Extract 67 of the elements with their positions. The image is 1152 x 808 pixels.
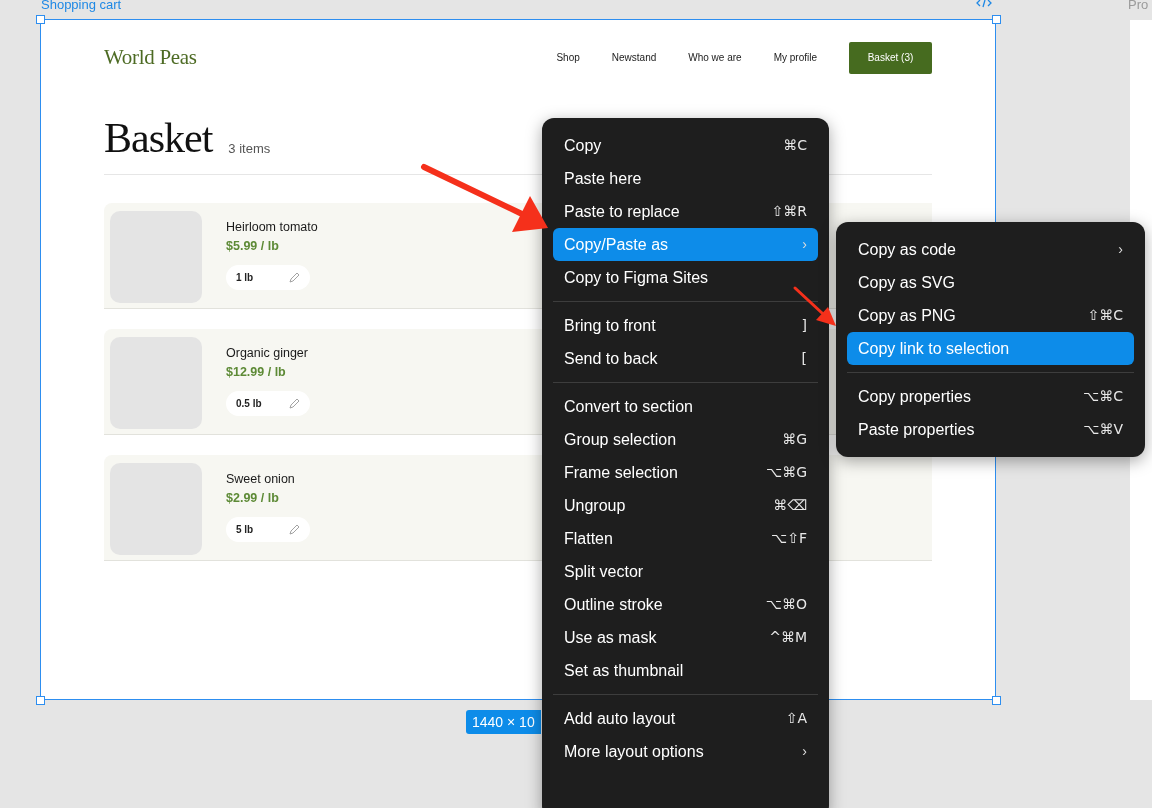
chevron-icon: › [1118, 239, 1123, 260]
resize-handle[interactable] [992, 696, 1001, 705]
menu-item[interactable]: Copy/Paste as › [553, 228, 818, 261]
menu-item[interactable]: Copy ⌘C [553, 129, 818, 162]
nav-link[interactable]: Shop [556, 50, 580, 65]
item-count: 3 items [228, 139, 271, 158]
shortcut-label: ⇧A [785, 709, 807, 728]
menu-item[interactable]: Paste to replace ⇧⌘R [553, 195, 818, 228]
shortcut-label: ⌘⌫ [773, 496, 807, 515]
shortcut-label: [ [801, 349, 807, 368]
product-name: Organic ginger [226, 346, 309, 361]
resize-handle[interactable] [36, 15, 45, 24]
shortcut-label: ⌥⇧F [771, 529, 807, 548]
basket-button[interactable]: Basket (3) [849, 41, 932, 74]
shortcut-label: ] [801, 316, 807, 335]
product-price: $5.99 / lb [226, 238, 280, 255]
menu-item[interactable]: Copy as code › [847, 233, 1134, 266]
shortcut-label: ⌥⌘C [1083, 387, 1123, 406]
menu-item[interactable]: Copy as SVG [847, 266, 1134, 299]
menu-item[interactable]: Paste properties ⌥⌘V [847, 413, 1134, 446]
menu-item[interactable]: Use as mask ^⌘M [553, 621, 818, 654]
menu-item[interactable]: Copy link to selection [847, 332, 1134, 365]
nav-link[interactable]: My profile [773, 50, 817, 65]
product-name: Sweet onion [226, 472, 296, 487]
product-price: $2.99 / lb [226, 490, 280, 507]
shortcut-label: ⇧⌘R [771, 202, 807, 221]
menu-item[interactable]: Group selection ⌘G [553, 423, 818, 456]
menu-item[interactable]: Copy properties ⌥⌘C [847, 380, 1134, 413]
quantity-field[interactable]: 1 lb [226, 265, 310, 290]
shortcut-label: ⌥⌘V [1083, 420, 1123, 439]
menu-item[interactable]: Add auto layout ⇧A [553, 702, 818, 735]
logo[interactable]: World Peas [104, 41, 197, 74]
product-price: $12.99 / lb [226, 364, 287, 381]
menu-item[interactable]: Copy to Figma Sites [553, 261, 818, 294]
page-heading: Basket [104, 116, 213, 160]
pencil-icon[interactable] [289, 524, 300, 535]
nav-link[interactable]: Who we are [688, 50, 742, 65]
pencil-icon[interactable] [289, 272, 300, 283]
quantity-field[interactable]: 0.5 lb [226, 391, 310, 416]
shortcut-label: ⇧⌘C [1087, 306, 1123, 325]
product-name: Heirloom tomato [226, 220, 318, 235]
shortcut-label: ^⌘M [769, 628, 807, 647]
quantity-field[interactable]: 5 lb [226, 517, 310, 542]
menu-item[interactable]: More layout options › [553, 735, 818, 768]
menu-item[interactable]: Flatten ⌥⇧F [553, 522, 818, 555]
menu-item[interactable]: Set as thumbnail [553, 654, 818, 687]
shortcut-label: ⌘G [782, 430, 807, 449]
resize-handle[interactable] [36, 696, 45, 705]
menu-item[interactable]: Frame selection ⌥⌘G [553, 456, 818, 489]
chevron-icon: › [802, 234, 807, 255]
resize-handle[interactable] [992, 15, 1001, 24]
size-badge: 1440 × 10 [466, 710, 541, 734]
pencil-icon[interactable] [289, 398, 300, 409]
shortcut-label: ⌥⌘G [766, 463, 807, 482]
code-icon[interactable] [976, 0, 992, 8]
menu-item[interactable]: Outline stroke ⌥⌘O [553, 588, 818, 621]
menu-item[interactable]: Paste here [553, 162, 818, 195]
shortcut-label: ⌥⌘O [765, 595, 807, 614]
menu-item[interactable]: Split vector [553, 555, 818, 588]
menu-item[interactable]: Send to back [ [553, 342, 818, 375]
nav-link[interactable]: Newstand [611, 50, 657, 65]
menu-item[interactable]: Copy as PNG ⇧⌘C [847, 299, 1134, 332]
menu-item[interactable]: Bring to front ] [553, 309, 818, 342]
shortcut-label: ⌘C [783, 136, 807, 155]
menu-item[interactable]: Ungroup ⌘⌫ [553, 489, 818, 522]
menu-item[interactable]: Convert to section [553, 390, 818, 423]
chevron-icon: › [802, 741, 807, 762]
